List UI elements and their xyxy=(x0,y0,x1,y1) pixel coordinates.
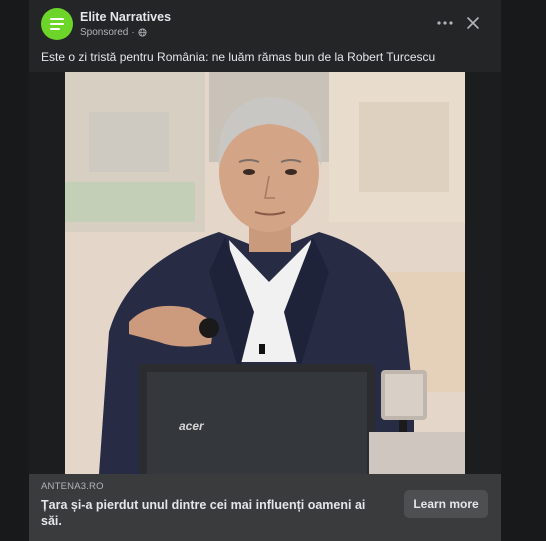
globe-icon xyxy=(138,28,147,37)
sponsored-post-card: Elite Narratives Sponsored · Este o zi t… xyxy=(29,0,501,541)
more-options-button[interactable] xyxy=(432,10,458,36)
post-caption: Este o zi tristă pentru România: ne luăm… xyxy=(41,50,436,64)
post-photo: acer xyxy=(29,72,501,474)
link-preview[interactable]: ANTENA3.RO Țara și-a pierdut unul dintre… xyxy=(29,474,501,541)
hide-post-button[interactable] xyxy=(460,10,486,36)
menu-lines-icon xyxy=(50,18,64,30)
learn-more-button[interactable]: Learn more xyxy=(404,490,488,518)
more-dots-icon xyxy=(437,21,453,25)
close-icon xyxy=(467,17,479,29)
post-image[interactable]: acer xyxy=(29,72,501,474)
link-title[interactable]: Țara și-a pierdut unul dintre cei mai in… xyxy=(41,497,381,529)
laptop-brand: acer xyxy=(179,419,205,433)
sponsored-label[interactable]: Sponsored xyxy=(80,27,128,38)
post-header: Elite Narratives Sponsored · xyxy=(29,0,501,44)
page-name-link[interactable]: Elite Narratives xyxy=(80,10,171,24)
meta-separator: · xyxy=(131,27,135,38)
post-meta: Sponsored · xyxy=(80,27,147,38)
page-avatar[interactable] xyxy=(41,8,73,40)
link-domain: ANTENA3.RO xyxy=(41,481,104,492)
